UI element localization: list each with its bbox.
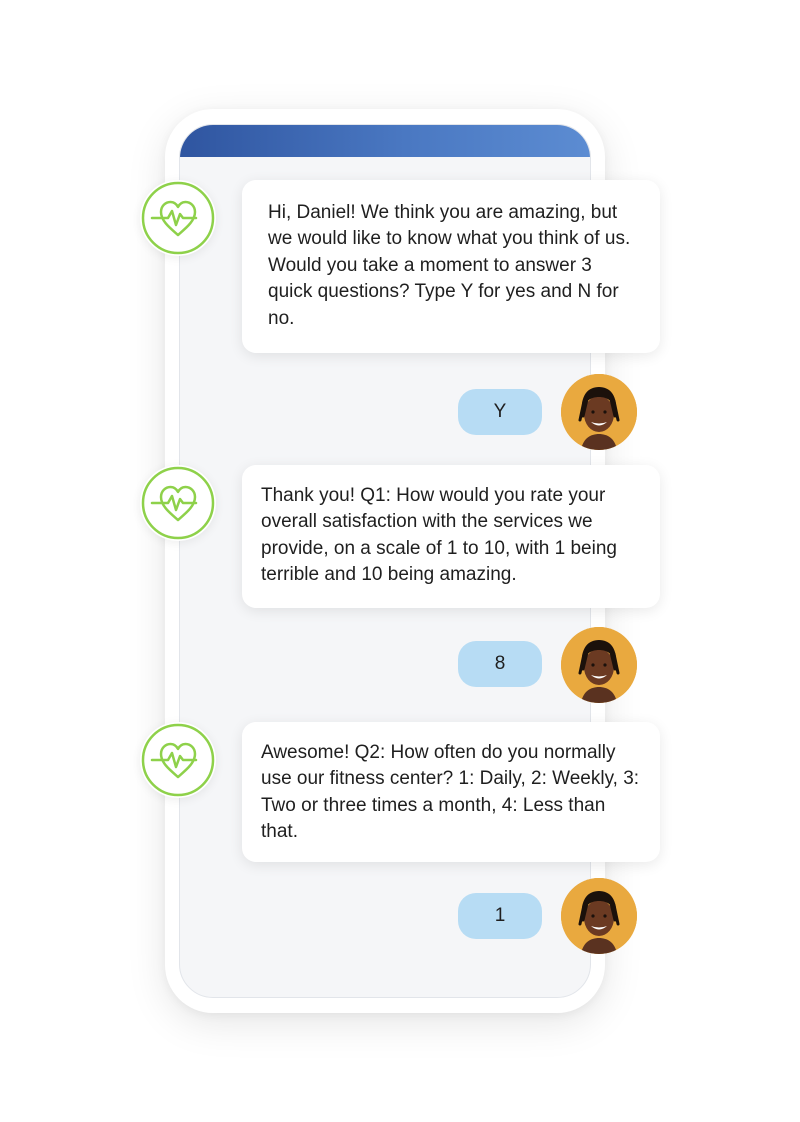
user-avatar [561,374,637,450]
heart-pulse-icon [140,722,216,798]
header-bar [180,125,590,157]
user-reply-bubble: 8 [458,641,542,687]
heart-pulse-icon [140,180,216,256]
bot-message: Awesome! Q2: How often do you normally u… [242,722,660,862]
user-reply-bubble: Y [458,389,542,435]
bot-message: Hi, Daniel! We think you are amazing, bu… [242,180,660,353]
heart-pulse-icon [140,465,216,541]
user-avatar [561,878,637,954]
user-avatar [561,627,637,703]
bot-message: Thank you! Q1: How would you rate your o… [242,465,660,608]
user-reply-bubble: 1 [458,893,542,939]
